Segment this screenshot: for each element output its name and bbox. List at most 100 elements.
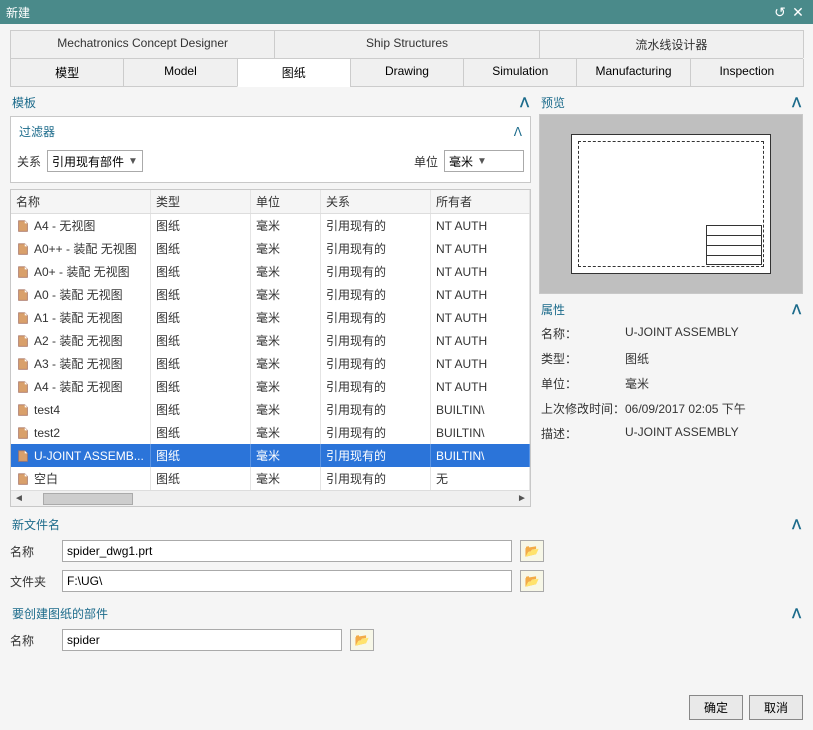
sub-tabstrip: 模型 Model 图纸 Drawing Simulation Manufactu… [10, 59, 803, 87]
tab-ship-structures[interactable]: Ship Structures [274, 30, 539, 58]
table-row[interactable]: A4 - 装配 无视图图纸毫米引用现有的NT AUTH [11, 375, 530, 398]
cancel-button[interactable]: 取消 [749, 695, 803, 720]
table-row[interactable]: test4图纸毫米引用现有的BUILTIN\ [11, 398, 530, 421]
createpart-header[interactable]: 要创建图纸的部件 ᐱ [10, 602, 803, 625]
cell-owner: NT AUTH [431, 375, 530, 398]
createpart-title: 要创建图纸的部件 [12, 605, 792, 622]
tab-mechatronics[interactable]: Mechatronics Concept Designer [10, 30, 275, 58]
cell-owner: NT AUTH [431, 352, 530, 375]
cell-unit: 毫米 [251, 398, 321, 421]
table-row[interactable]: 空白图纸毫米引用现有的无 [11, 467, 530, 490]
table-row[interactable]: A4 - 无视图图纸毫米引用现有的NT AUTH [11, 214, 530, 237]
preview-header[interactable]: 预览 ᐱ [539, 91, 803, 114]
cell-type: 图纸 [151, 444, 251, 467]
tab-inspection[interactable]: Inspection [690, 59, 804, 87]
titlebar: 新建 ↺ ✕ [0, 0, 813, 24]
preview-title: 预览 [541, 94, 792, 111]
property-key: 类型： [541, 350, 625, 367]
table-row[interactable]: A0+ - 装配 无视图图纸毫米引用现有的NT AUTH [11, 260, 530, 283]
unit-value: 毫米 [449, 153, 473, 170]
newfile-folder-label: 文件夹 [10, 573, 54, 590]
tab-drawing-cn[interactable]: 图纸 [237, 59, 351, 87]
property-value: U-JOINT ASSEMBLY [625, 325, 801, 342]
tab-model-en[interactable]: Model [123, 59, 237, 87]
col-owner[interactable]: 所有者 [431, 190, 530, 213]
templates-header[interactable]: 模板 ᐱ [10, 91, 531, 114]
table-row[interactable]: A3 - 装配 无视图图纸毫米引用现有的NT AUTH [11, 352, 530, 375]
newfile-folder-input[interactable] [62, 570, 512, 592]
col-type[interactable]: 类型 [151, 190, 251, 213]
table-row[interactable]: U-JOINT ASSEMB...图纸毫米引用现有的BUILTIN\ [11, 444, 530, 467]
cell-type: 图纸 [151, 421, 251, 444]
document-icon [16, 449, 30, 463]
cell-owner: NT AUTH [431, 214, 530, 237]
cell-unit: 毫米 [251, 329, 321, 352]
cell-type: 图纸 [151, 306, 251, 329]
cell-name: test2 [34, 426, 60, 440]
col-unit[interactable]: 单位 [251, 190, 321, 213]
property-value: U-JOINT ASSEMBLY [625, 425, 801, 442]
chevron-down-icon: ▼ [128, 156, 138, 167]
relation-dropdown[interactable]: 引用现有部件 ▼ [47, 150, 143, 172]
folder-icon: 📂 [525, 544, 540, 558]
horizontal-scrollbar[interactable]: ◄ ► [11, 490, 530, 506]
scroll-thumb[interactable] [43, 493, 133, 505]
unit-dropdown[interactable]: 毫米 ▼ [444, 150, 524, 172]
tab-manufacturing[interactable]: Manufacturing [576, 59, 690, 87]
cell-name: A0 - 装配 无视图 [34, 286, 123, 303]
cell-relation: 引用现有的 [321, 375, 431, 398]
folder-icon: 📂 [525, 574, 540, 588]
chevron-down-icon: ▼ [477, 156, 487, 167]
property-key: 描述： [541, 425, 625, 442]
col-name[interactable]: 名称 [11, 190, 151, 213]
createpart-name-label: 名称 [10, 632, 54, 649]
preview-area [539, 114, 803, 294]
cell-type: 图纸 [151, 214, 251, 237]
properties-header[interactable]: 属性 ᐱ [539, 298, 803, 321]
table-row[interactable]: test2图纸毫米引用现有的BUILTIN\ [11, 421, 530, 444]
property-key: 上次修改时间： [541, 400, 625, 417]
cell-name: U-JOINT ASSEMB... [34, 449, 144, 463]
cell-name: A4 - 无视图 [34, 217, 95, 234]
createpart-name-input[interactable] [62, 629, 342, 651]
cell-relation: 引用现有的 [321, 214, 431, 237]
scroll-left-icon[interactable]: ◄ [11, 493, 27, 504]
newfile-name-input[interactable] [62, 540, 512, 562]
cell-relation: 引用现有的 [321, 283, 431, 306]
tab-model-cn[interactable]: 模型 [10, 59, 124, 87]
browse-folder-button[interactable]: 📂 [520, 570, 544, 592]
document-icon [16, 426, 30, 440]
top-tabstrip: Mechatronics Concept Designer Ship Struc… [10, 30, 803, 59]
cell-type: 图纸 [151, 329, 251, 352]
document-icon [16, 311, 30, 325]
table-row[interactable]: A0 - 装配 无视图图纸毫米引用现有的NT AUTH [11, 283, 530, 306]
browse-part-button[interactable]: 📂 [350, 629, 374, 651]
document-icon [16, 357, 30, 371]
ok-button[interactable]: 确定 [689, 695, 743, 720]
document-icon [16, 265, 30, 279]
newfile-header[interactable]: 新文件名 ᐱ [10, 513, 803, 536]
tab-line-designer[interactable]: 流水线设计器 [539, 30, 804, 58]
cell-owner: BUILTIN\ [431, 421, 530, 444]
newfile-name-label: 名称 [10, 543, 54, 560]
unit-label: 单位 [414, 153, 438, 170]
browse-name-button[interactable]: 📂 [520, 540, 544, 562]
cell-name: test4 [34, 403, 60, 417]
scroll-right-icon[interactable]: ► [514, 493, 530, 504]
property-key: 名称： [541, 325, 625, 342]
tab-simulation[interactable]: Simulation [463, 59, 577, 87]
cell-type: 图纸 [151, 283, 251, 306]
table-row[interactable]: A1 - 装配 无视图图纸毫米引用现有的NT AUTH [11, 306, 530, 329]
tab-drawing-en[interactable]: Drawing [350, 59, 464, 87]
reset-icon[interactable]: ↺ [771, 4, 789, 21]
col-relation[interactable]: 关系 [321, 190, 431, 213]
chevron-up-icon: ᐱ [792, 302, 801, 318]
close-icon[interactable]: ✕ [789, 4, 807, 21]
property-row: 类型：图纸 [539, 346, 803, 371]
chevron-up-icon: ᐱ [514, 125, 522, 139]
drawing-sheet-preview [571, 134, 771, 274]
table-row[interactable]: A2 - 装配 无视图图纸毫米引用现有的NT AUTH [11, 329, 530, 352]
filter-header[interactable]: 过滤器 ᐱ [17, 121, 524, 142]
relation-value: 引用现有部件 [52, 153, 124, 170]
table-row[interactable]: A0++ - 装配 无视图图纸毫米引用现有的NT AUTH [11, 237, 530, 260]
